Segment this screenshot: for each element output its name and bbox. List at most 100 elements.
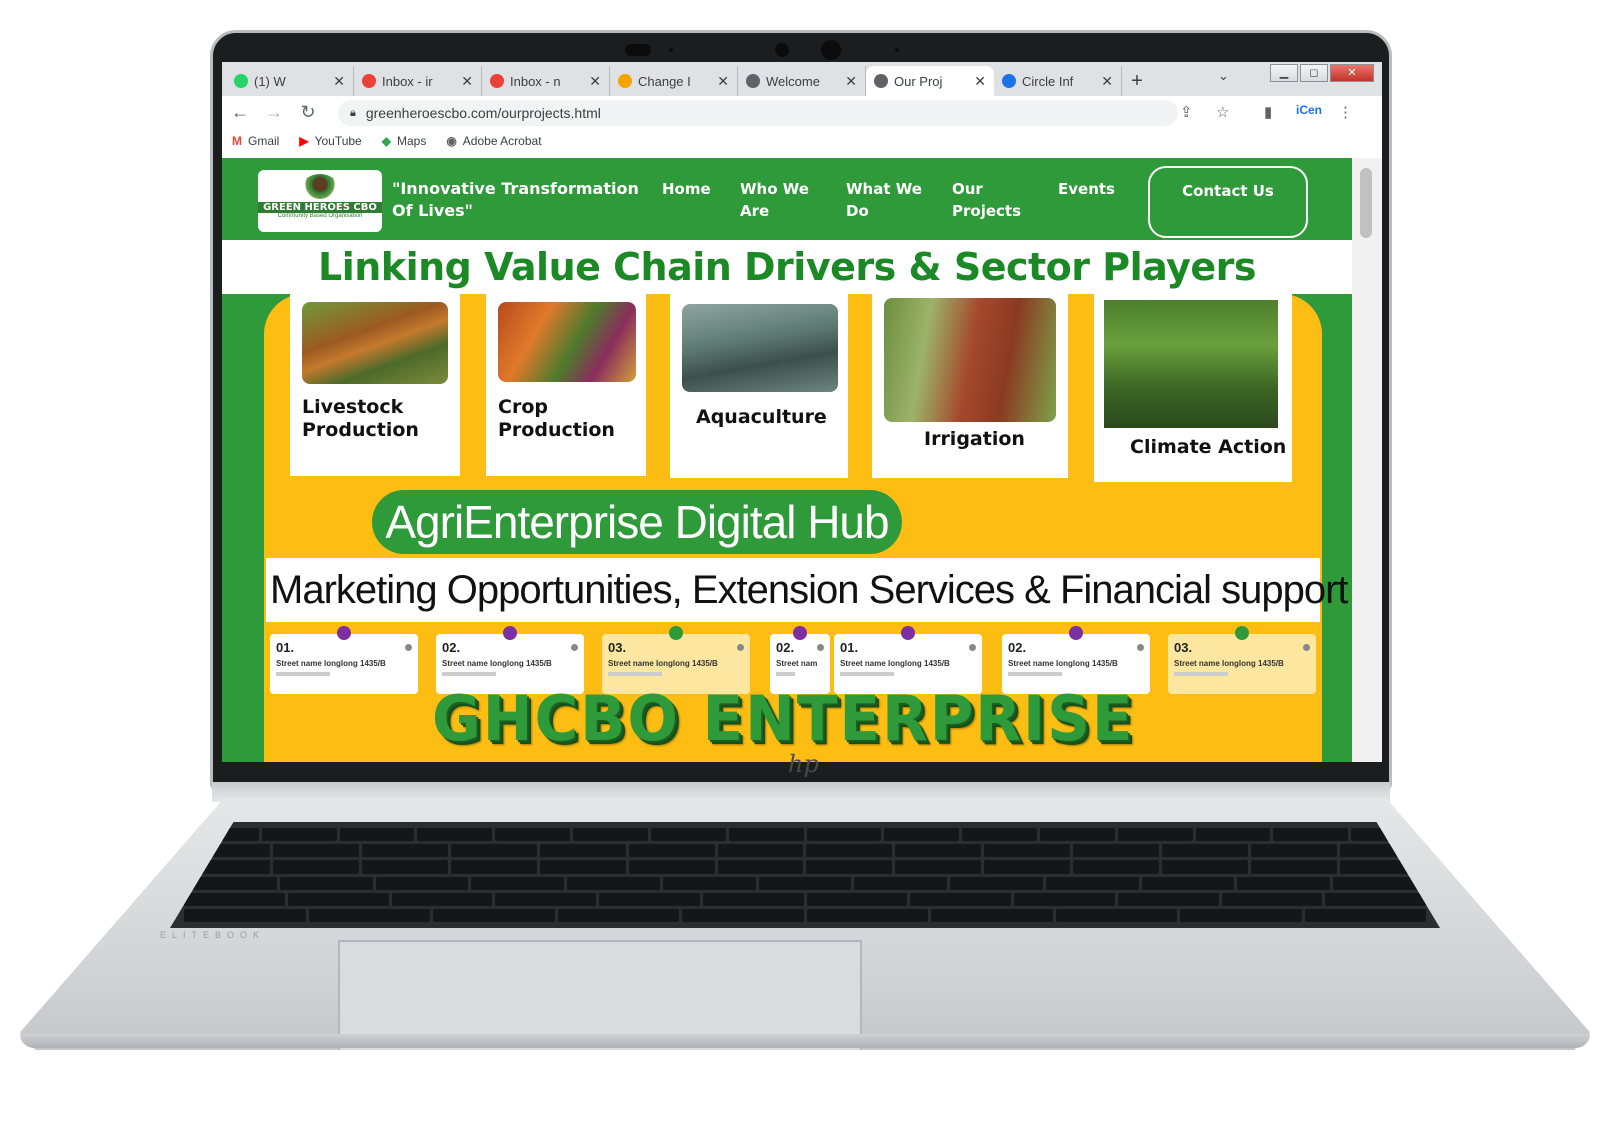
keyboard-key: [495, 828, 571, 842]
share-icon[interactable]: ⇪: [1180, 103, 1193, 121]
dot-icon: [1303, 644, 1310, 651]
menu-kebab-icon[interactable]: ⋮: [1338, 103, 1353, 121]
side-panel-icon[interactable]: ▮: [1264, 103, 1272, 121]
tab-close-icon[interactable]: ✕: [333, 73, 345, 90]
laptop-base-edge: [20, 1034, 1590, 1048]
placeholder-line: [1008, 672, 1063, 676]
scroll-thumb[interactable]: [1360, 168, 1372, 238]
new-tab-button[interactable]: +: [1122, 66, 1152, 96]
dot-icon: [817, 644, 824, 651]
keyboard-row: [184, 844, 1426, 858]
keyboard-key: [884, 828, 960, 842]
tab-close-icon[interactable]: ✕: [461, 73, 473, 90]
keyboard-key: [628, 844, 715, 858]
back-arrow-icon[interactable]: ←: [230, 102, 250, 123]
browser-tab[interactable]: Inbox - n ✕: [482, 66, 610, 96]
address-street: Street name longlong 1435/B: [1174, 659, 1284, 668]
keyboard-row: [184, 828, 1426, 842]
tab-title: Our Proj: [894, 73, 943, 89]
tab-search-chevron-icon[interactable]: ⌄: [1218, 68, 1229, 84]
extension-icon[interactable]: iCen: [1296, 103, 1322, 117]
site-tagline: "Innovative Transformation Of Lives": [392, 179, 639, 220]
globe-icon: [746, 74, 760, 88]
keyboard-key: [806, 844, 893, 858]
gmail-icon: M: [232, 134, 242, 148]
tab-close-icon[interactable]: ✕: [589, 73, 601, 90]
fish-pond-photo: [682, 304, 838, 392]
tab-close-icon[interactable]: ✕: [974, 73, 986, 90]
site-header: GREEN HEROES CBO Community Based Organis…: [222, 158, 1352, 240]
close-window-button[interactable]: ✕: [1330, 64, 1374, 82]
address-number: 01.: [276, 640, 295, 655]
location-pin-icon: [793, 626, 807, 640]
keyboard-key: [717, 860, 804, 874]
bookmark-label: YouTube: [314, 134, 362, 148]
minimize-button[interactable]: ▁: [1270, 64, 1298, 82]
keyboard-row: [184, 908, 1426, 922]
keyboard-key: [557, 908, 679, 922]
tab-close-icon[interactable]: ✕: [1101, 73, 1113, 90]
browser-tab[interactable]: Change I ✕: [610, 66, 738, 96]
address-card[interactable]: 03. Street name longlong 1435/B: [1168, 626, 1316, 694]
keyboard-key: [910, 892, 1011, 906]
keyboard-key: [682, 908, 804, 922]
page-scrollbar[interactable]: [1352, 158, 1382, 762]
keyboard-key: [1117, 892, 1219, 906]
project-card-climate[interactable]: Climate Action: [1094, 292, 1292, 482]
bookmark-item[interactable]: ▶ YouTube: [299, 134, 361, 148]
bookmark-star-icon[interactable]: ☆: [1216, 103, 1229, 121]
circle-icon: [1002, 74, 1016, 88]
globe-icon: ◉: [446, 134, 457, 148]
contact-us-button[interactable]: Contact Us: [1148, 166, 1308, 238]
lock-icon: 🔒︎: [350, 106, 356, 119]
keyboard-key: [806, 828, 882, 842]
keyboard-key: [417, 828, 493, 842]
nav-events[interactable]: Events: [1058, 178, 1138, 200]
tab-close-icon[interactable]: ✕: [845, 73, 857, 90]
browser-tab[interactable]: (1) W ✕: [226, 66, 354, 96]
nav-home[interactable]: Home: [662, 178, 732, 200]
url-text: greenheroescbo.com/ourprojects.html: [365, 105, 601, 121]
placeholder-line: [276, 672, 331, 676]
card-label: Irrigation: [924, 428, 1025, 450]
nav-who-we-are[interactable]: Who We Are: [740, 178, 830, 222]
bookmark-item[interactable]: ◉ Adobe Acrobat: [446, 134, 541, 148]
tab-title: Inbox - ir: [382, 73, 433, 89]
address-number: 01.: [840, 640, 859, 655]
project-card-crop[interactable]: Crop Production: [486, 292, 646, 476]
address-card[interactable]: 01. Street name longlong 1435/B: [270, 626, 418, 694]
tab-close-icon[interactable]: ✕: [717, 73, 729, 90]
bookmark-item[interactable]: M Gmail: [232, 134, 279, 148]
project-card-livestock[interactable]: Livestock Production: [290, 292, 460, 476]
forward-arrow-icon[interactable]: →: [264, 102, 284, 123]
project-card-aquaculture[interactable]: Aquaculture: [670, 292, 848, 478]
chicken-photo: [302, 302, 448, 384]
nav-our-projects[interactable]: Our Projects: [952, 178, 1042, 222]
site-logo[interactable]: GREEN HEROES CBO Community Based Organis…: [258, 170, 382, 232]
keyboard-key: [539, 844, 626, 858]
address-bar[interactable]: 🔒︎ greenheroescbo.com/ourprojects.html: [338, 100, 1178, 126]
cap-icon: [618, 74, 632, 88]
keyboard-key: [717, 844, 804, 858]
browser-tab[interactable]: Circle Inf ✕: [994, 66, 1122, 96]
browser-tab[interactable]: Inbox - ir ✕: [354, 66, 482, 96]
project-card-irrigation[interactable]: Irrigation: [872, 292, 1068, 478]
bookmark-item[interactable]: ◆ Maps: [382, 134, 427, 148]
maximize-button[interactable]: ◻: [1300, 64, 1328, 82]
page-headline: Linking Value Chain Drivers & Sector Pla…: [222, 240, 1352, 294]
browser-tab[interactable]: Our Proj ✕: [866, 66, 994, 96]
laptop-mockup: (1) W ✕ Inbox - ir ✕ Inbox - n ✕ Change I ✕ Welc…: [0, 0, 1600, 1131]
keyboard-key: [1045, 876, 1139, 890]
keyboard-key: [728, 828, 804, 842]
keyboard-key: [495, 892, 596, 906]
address-street: Street name longlong 1435/B: [608, 659, 718, 668]
keyboard-key: [1237, 876, 1331, 890]
keyboard-key: [375, 876, 469, 890]
keyboard-key: [806, 860, 893, 874]
tab-title: Change I: [638, 73, 691, 89]
reload-icon[interactable]: ↻: [298, 102, 318, 123]
nav-what-we-do[interactable]: What We Do: [846, 178, 946, 222]
address-number: 02.: [442, 640, 461, 655]
keyboard-row: [184, 892, 1426, 906]
browser-tab[interactable]: Welcome ✕: [738, 66, 866, 96]
